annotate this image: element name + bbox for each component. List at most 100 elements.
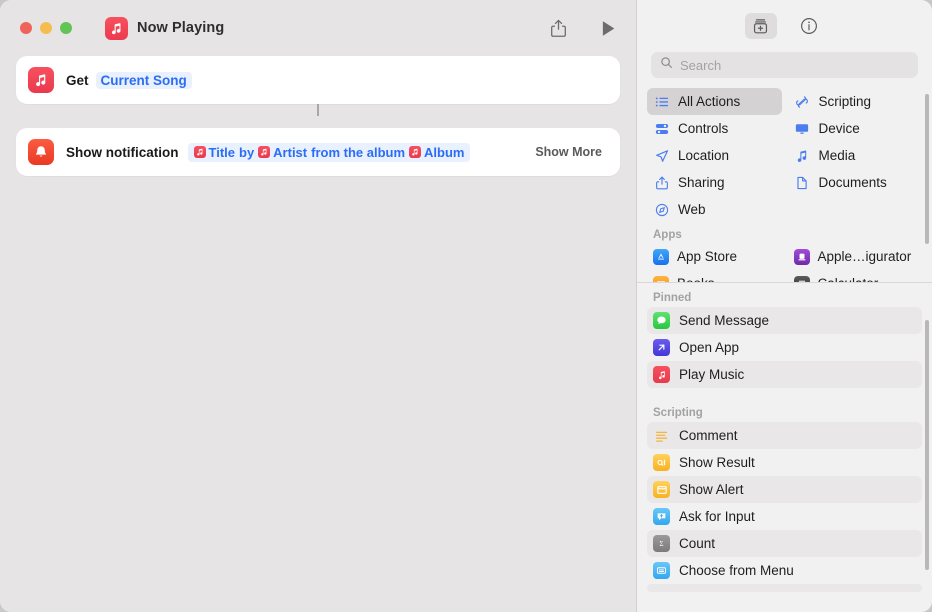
music-note-chip-icon: [258, 146, 271, 158]
app-store-icon: [653, 248, 669, 265]
library-item-label: Show Result: [679, 455, 755, 470]
library-item-ask-for-input[interactable]: Ask for Input: [647, 503, 922, 530]
notification-bell-icon: [28, 139, 54, 165]
search-input[interactable]: [680, 57, 909, 73]
category-label: All Actions: [678, 94, 741, 109]
search-container: [637, 52, 932, 88]
app-item-app-store[interactable]: App Store: [647, 243, 782, 270]
editor-toolbar: [546, 0, 620, 56]
music-app-icon: [28, 67, 54, 93]
action-parameter-current-song[interactable]: Current Song: [95, 71, 192, 89]
category-label: Sharing: [678, 175, 725, 190]
share-icon[interactable]: [546, 16, 570, 40]
books-icon: [653, 275, 669, 282]
category-sharing[interactable]: Sharing: [647, 169, 782, 196]
apple-configurator-icon: [793, 248, 810, 265]
library-item-send-message[interactable]: Send Message: [647, 307, 922, 334]
category-documents[interactable]: Documents: [788, 169, 923, 196]
library-item-show-result[interactable]: Show Result: [647, 449, 922, 476]
library-scrollbar[interactable]: [925, 320, 929, 570]
apps-section-label: Apps: [653, 229, 682, 241]
action-verb: Show notification: [66, 144, 179, 160]
token-album[interactable]: Album: [409, 145, 464, 160]
shortcut-editor-pane: Now Playing Get Current Song Show notifi…: [0, 0, 636, 612]
category-scrollbar[interactable]: [925, 94, 929, 244]
library-item-comment[interactable]: Comment: [647, 422, 922, 449]
library-item-count[interactable]: Σ Count: [647, 530, 922, 557]
app-label: Apple…igurator: [817, 249, 912, 264]
play-icon[interactable]: [596, 16, 620, 40]
app-item-books[interactable]: Books: [647, 270, 782, 282]
library-item-label: Send Message: [679, 313, 770, 328]
library-item-show-alert[interactable]: Show Alert: [647, 476, 922, 503]
page-title: Now Playing: [137, 20, 225, 36]
show-more-button[interactable]: Show More: [535, 145, 602, 159]
library-item-play-music[interactable]: Play Music: [647, 361, 922, 388]
minimize-button[interactable]: [40, 22, 52, 34]
app-label: Books: [677, 276, 715, 282]
app-item-apple-configurator[interactable]: Apple…igurator: [788, 243, 923, 270]
display-icon: [794, 122, 811, 136]
library-item-open-app[interactable]: Open App: [647, 334, 922, 361]
scripting-section-label: Scripting: [653, 407, 703, 419]
library-item-label: Ask for Input: [679, 509, 755, 524]
zoom-button[interactable]: [60, 22, 72, 34]
sidebar-toolbar: [637, 0, 932, 52]
shortcuts-window: Now Playing Get Current Song Show notifi…: [0, 0, 932, 612]
category-web[interactable]: Web: [647, 196, 782, 223]
token-artist[interactable]: Artist: [258, 145, 307, 160]
category-scripting[interactable]: Scripting: [788, 88, 923, 115]
notification-token-string[interactable]: Title by Artist from the album Album: [187, 142, 471, 162]
library-list[interactable]: Pinned Send Message Open App Play Music …: [637, 283, 932, 612]
document-identity: Now Playing: [105, 16, 225, 40]
action-card-get-current-song[interactable]: Get Current Song: [16, 56, 620, 116]
music-note-chip-icon: [193, 146, 206, 158]
action-card-show-notification[interactable]: Show notification Title by Artist from t…: [16, 128, 620, 176]
traffic-lights: [20, 22, 72, 34]
messages-icon: [653, 312, 670, 329]
category-grid: All Actions Scripting Controls Device Lo…: [647, 88, 922, 282]
category-label: Media: [818, 148, 856, 163]
library-item-label: Choose from Menu: [679, 563, 794, 578]
pinned-section-label: Pinned: [653, 292, 692, 304]
category-controls[interactable]: Controls: [647, 115, 782, 142]
action-library-sidebar: All Actions Scripting: [636, 0, 932, 612]
music-note-chip-icon: [409, 146, 422, 158]
category-location[interactable]: Location: [647, 142, 782, 169]
svg-text:Σ: Σ: [660, 541, 664, 548]
search-field[interactable]: [651, 52, 918, 78]
category-label: Documents: [818, 175, 887, 190]
controls-icon: [653, 122, 670, 136]
token-title[interactable]: Title: [193, 144, 236, 160]
shortcut-icon: [105, 16, 128, 40]
action-connector: [317, 104, 319, 116]
category-device[interactable]: Device: [788, 115, 923, 142]
token-label: Artist: [273, 144, 308, 160]
show-alert-icon: [653, 481, 670, 498]
app-label: Calculator: [818, 276, 879, 282]
comment-icon: [653, 427, 670, 444]
workflow-canvas: Get Current Song Show notification Title…: [0, 56, 636, 176]
library-item-choose-from-menu[interactable]: Choose from Menu: [647, 557, 922, 584]
library-item-label: Show Alert: [679, 482, 744, 497]
token-label: Album: [424, 144, 465, 160]
token-label: Title: [208, 144, 236, 160]
category-all-actions[interactable]: All Actions: [647, 88, 782, 115]
safari-compass-icon: [653, 203, 670, 217]
category-scroll-area[interactable]: All Actions Scripting Controls Device Lo…: [637, 88, 932, 282]
close-button[interactable]: [20, 22, 32, 34]
ask-input-icon: [653, 508, 670, 525]
category-label: Device: [818, 121, 860, 136]
library-item-partial[interactable]: [647, 584, 922, 592]
action-verb: Get: [66, 72, 89, 88]
add-action-icon[interactable]: [744, 13, 777, 39]
category-label: Location: [678, 148, 730, 163]
token-text-from-the-album: from the album: [311, 144, 406, 160]
library-item-label: Open App: [679, 340, 740, 355]
scripting-icon: [794, 95, 811, 109]
info-circle-icon[interactable]: [793, 13, 825, 39]
app-item-calculator[interactable]: Calculator: [788, 270, 923, 282]
library-item-label: Count: [679, 536, 716, 551]
category-media[interactable]: Media: [788, 142, 923, 169]
